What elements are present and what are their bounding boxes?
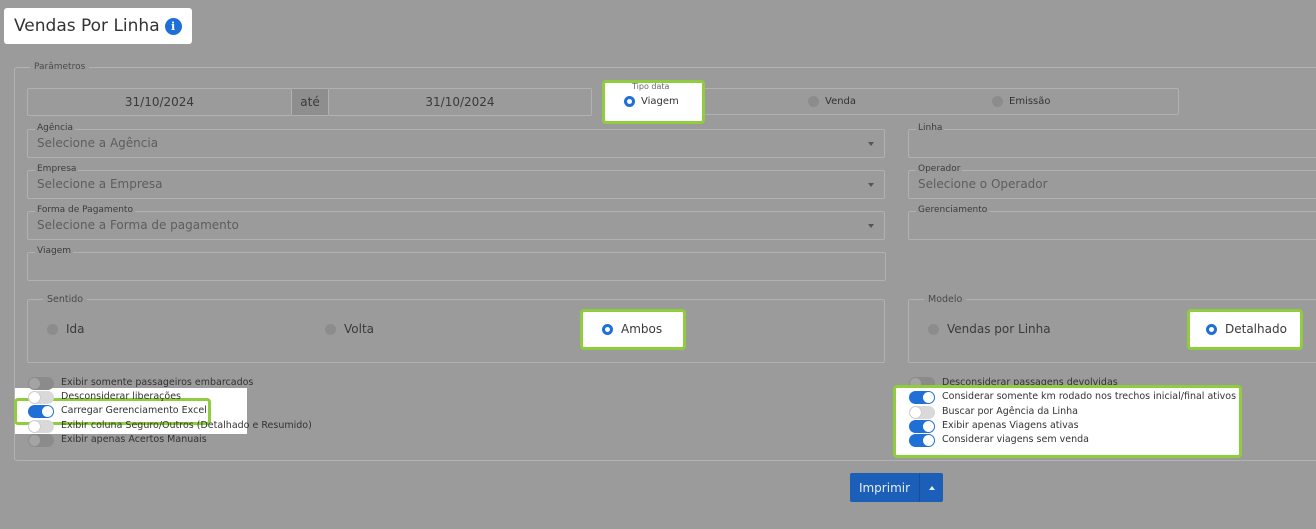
print-button[interactable]: Imprimir — [850, 473, 943, 502]
viagem-label: Viagem — [35, 246, 73, 256]
forma-pagamento-placeholder: Selecione a Forma de pagamento — [37, 218, 239, 232]
agencia-select[interactable]: Selecione a Agência — [27, 129, 885, 158]
tipo-data-label: Tipo data — [632, 82, 670, 91]
tipo-data-viagem-option[interactable]: Viagem — [624, 96, 679, 107]
sentido-label: Sentido — [43, 294, 88, 305]
radio-venda[interactable] — [808, 96, 819, 107]
empresa-select[interactable]: Selecione a Empresa — [27, 170, 885, 199]
end-date-input[interactable]: 31/10/2024 — [328, 88, 592, 116]
toggle-km-rodado[interactable] — [909, 391, 935, 404]
date-separator-label: até — [300, 95, 320, 109]
agencia-placeholder: Selecione a Agência — [37, 136, 159, 150]
forma-pagamento-label: Forma de Pagamento — [35, 205, 135, 215]
parameters-legend: Parâmetros — [30, 62, 90, 72]
chevron-down-icon — [868, 142, 874, 146]
print-dropdown-toggle[interactable] — [919, 473, 943, 502]
modelo-label: Modelo — [924, 294, 967, 305]
operador-label: Operador — [916, 164, 963, 174]
info-icon[interactable]: i — [164, 17, 182, 35]
operador-select[interactable]: Selecione o Operador — [908, 170, 1316, 199]
radio-ida[interactable] — [47, 323, 58, 335]
radio-emissao[interactable] — [992, 96, 1003, 107]
page-title-box: Vendas Por Linha i — [4, 8, 192, 44]
empresa-placeholder: Selecione a Empresa — [37, 177, 163, 191]
radio-viagem[interactable] — [624, 96, 635, 107]
toggle-desconsiderar-liberacoes-label: Desconsiderar liberações — [61, 391, 181, 402]
toggle-acertos-manuais[interactable] — [28, 434, 54, 447]
toggle-km-rodado-label: Considerar somente km rodado nos trechos… — [942, 391, 1237, 402]
toggle-carregar-excel-label: Carregar Gerenciamento Excel — [61, 405, 207, 416]
empresa-label: Empresa — [35, 164, 79, 174]
operador-placeholder: Selecione o Operador — [918, 177, 1048, 191]
page-title: Vendas Por Linha — [14, 16, 160, 36]
toggle-carregar-excel[interactable] — [28, 405, 54, 418]
toggle-acertos-manuais-label: Exibir apenas Acertos Manuais — [61, 434, 207, 445]
forma-pagamento-select[interactable]: Selecione a Forma de pagamento — [27, 211, 885, 240]
tipo-data-venda-option[interactable]: Venda — [808, 96, 856, 107]
sentido-ida-label: Ida — [66, 322, 85, 336]
start-date-value: 31/10/2024 — [124, 95, 195, 109]
caret-up-icon — [928, 485, 935, 490]
gerenciamento-input[interactable] — [908, 211, 1316, 240]
radio-detalhado[interactable] — [1206, 323, 1217, 335]
date-separator: até — [292, 88, 328, 116]
sentido-volta-label: Volta — [344, 322, 375, 336]
chevron-down-icon — [868, 224, 874, 228]
modelo-detalhado-option[interactable]: Detalhado — [1206, 322, 1287, 336]
sentido-group — [27, 299, 885, 363]
toggle-desconsiderar-liberacoes[interactable] — [28, 391, 54, 404]
linha-label: Linha — [916, 123, 945, 133]
tipo-data-emissao-option[interactable]: Emissão — [992, 96, 1051, 107]
toggle-passageiros-embarcados-label: Exibir somente passageiros embarcados — [61, 377, 254, 388]
radio-vendas-por-linha[interactable] — [928, 323, 939, 335]
toggle-viagens-sem-venda-label: Considerar viagens sem venda — [942, 434, 1089, 445]
modelo-vendas-label: Vendas por Linha — [947, 322, 1051, 336]
chevron-down-icon — [868, 183, 874, 187]
agencia-label: Agência — [35, 123, 76, 133]
sentido-ambos-option[interactable]: Ambos — [602, 322, 662, 336]
end-date-value: 31/10/2024 — [425, 95, 495, 109]
tipo-data-emissao-label: Emissão — [1009, 96, 1051, 107]
radio-volta[interactable] — [325, 323, 336, 335]
toggle-seguro-outros[interactable] — [28, 420, 54, 433]
toggle-agencia-linha[interactable] — [909, 406, 935, 419]
viagem-input[interactable] — [27, 252, 886, 281]
modelo-vendas-option[interactable]: Vendas por Linha — [928, 322, 1051, 336]
toggle-viagens-ativas-label: Exibir apenas Viagens ativas — [942, 420, 1079, 431]
sentido-ambos-label: Ambos — [621, 322, 663, 336]
sentido-volta-option[interactable]: Volta — [325, 322, 374, 336]
sentido-ida-option[interactable]: Ida — [47, 322, 85, 336]
toggle-seguro-outros-label: Exibir coluna Seguro/Outros (Detalhado e… — [61, 420, 312, 431]
toggle-viagens-sem-venda[interactable] — [909, 434, 935, 447]
print-button-label: Imprimir — [858, 480, 911, 495]
start-date-input[interactable]: 31/10/2024 — [27, 88, 292, 116]
gerenciamento-label: Gerenciamento — [916, 205, 990, 215]
toggle-viagens-ativas[interactable] — [909, 420, 935, 433]
radio-ambos[interactable] — [602, 323, 613, 335]
modelo-detalhado-label: Detalhado — [1225, 322, 1287, 336]
tipo-data-venda-label: Venda — [825, 96, 857, 107]
toggle-agencia-linha-label: Buscar por Agência da Linha — [942, 406, 1078, 417]
toggle-passageiros-embarcados[interactable] — [28, 377, 54, 390]
tipo-data-viagem-label: Viagem — [641, 96, 679, 107]
linha-input[interactable] — [908, 129, 1316, 158]
